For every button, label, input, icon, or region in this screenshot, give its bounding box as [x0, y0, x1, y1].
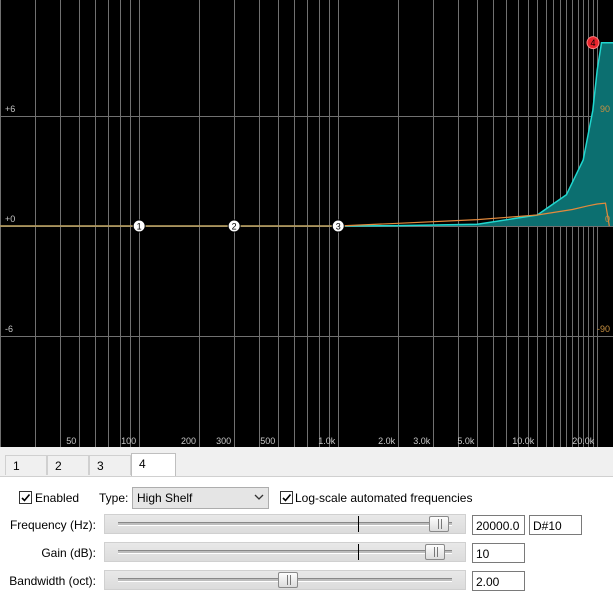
band-node-label: 2: [232, 222, 237, 232]
logscale-checkbox[interactable]: [280, 491, 293, 504]
note-input[interactable]: D#10: [529, 515, 582, 535]
db-tick-label: +0: [5, 214, 15, 224]
x-tick-label: 5.0k: [457, 436, 475, 446]
db-tick-label: -6: [5, 324, 13, 334]
x-tick-label: 50: [66, 436, 76, 446]
gain-slider[interactable]: [104, 542, 466, 562]
enabled-label: Enabled: [35, 491, 80, 505]
frequency-slider[interactable]: [104, 514, 466, 534]
x-tick-label: 10.0k: [512, 436, 535, 446]
x-tick-label: 3.0k: [413, 436, 431, 446]
type-select-value: High Shelf: [137, 491, 193, 505]
band-node-label: 4: [590, 38, 595, 48]
x-tick-label: 20.0k: [572, 436, 595, 446]
note-value: D#10: [533, 519, 562, 533]
tab-band-2[interactable]: 2: [47, 455, 89, 475]
magnitude-response-line: [0, 41, 613, 227]
x-tick-label: 1.0k: [318, 436, 336, 446]
eq-graph-svg[interactable]: 50 100 200 300 500 1.0k 2.0k 3.0k 5.0k 10.0k 20.0k…: [0, 0, 613, 447]
x-tick-label: 100: [121, 436, 136, 446]
band-settings-panel: Enabled Type: High Shelf Log-scale autom…: [0, 476, 613, 612]
band-node-label: 1: [137, 222, 142, 232]
band-tabs: 1 2 3 4: [0, 453, 613, 477]
tab-band-1[interactable]: 1: [5, 455, 47, 475]
type-label: Type:: [99, 491, 129, 505]
enabled-checkbox[interactable]: [19, 491, 32, 504]
response-fill-area: [0, 42, 613, 227]
type-select[interactable]: High Shelf: [132, 487, 269, 509]
tab-label: 4: [139, 457, 146, 471]
bandwidth-input[interactable]: 2.00: [472, 571, 525, 591]
frequency-slider-thumb[interactable]: [428, 516, 449, 532]
x-tick-label: 2.0k: [378, 436, 396, 446]
logscale-label: Log-scale automated frequencies: [295, 491, 473, 505]
bandwidth-value: 2.00: [476, 575, 500, 589]
band-node-label: 3: [336, 222, 341, 232]
tab-band-4[interactable]: 4: [131, 453, 176, 477]
chevron-down-icon: [254, 494, 264, 500]
x-tick-label: 300: [216, 436, 231, 446]
bandwidth-slider[interactable]: [104, 570, 466, 590]
x-tick-label: 200: [181, 436, 196, 446]
db-tick-label: +6: [5, 104, 15, 114]
bandwidth-label: Bandwidth (oct):: [9, 574, 96, 588]
phase-tick-label: -90: [597, 324, 610, 334]
frequency-label: Frequency (Hz):: [9, 518, 96, 532]
slider-center-mark: [358, 516, 359, 532]
phase-tick-label: 0: [605, 214, 610, 224]
checkmark-icon: [21, 493, 31, 502]
slider-track: [118, 550, 452, 554]
slider-track: [118, 522, 452, 526]
tab-label: 2: [55, 459, 62, 473]
frequency-input[interactable]: 20000.0: [472, 515, 525, 535]
x-tick-label: 500: [260, 436, 275, 446]
eq-graph[interactable]: 50 100 200 300 500 1.0k 2.0k 3.0k 5.0k 10.0k 20.0k…: [0, 0, 613, 447]
checkmark-icon: [282, 493, 292, 502]
frequency-value: 20000.0: [476, 519, 520, 533]
gain-value: 10: [476, 547, 490, 561]
slider-center-mark: [358, 544, 359, 560]
phase-tick-label: 90: [600, 104, 610, 114]
tab-band-3[interactable]: 3: [89, 455, 131, 475]
gain-slider-thumb[interactable]: [425, 544, 446, 560]
bandwidth-slider-thumb[interactable]: [278, 572, 299, 588]
tab-label: 3: [97, 459, 104, 473]
gain-input[interactable]: 10: [472, 543, 525, 563]
gain-label: Gain (dB):: [41, 546, 96, 560]
tab-label: 1: [13, 459, 20, 473]
